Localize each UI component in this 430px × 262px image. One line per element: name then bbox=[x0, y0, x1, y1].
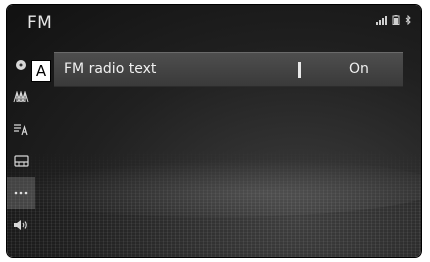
speaker-icon bbox=[14, 220, 27, 230]
callout-label-a: A bbox=[31, 60, 51, 82]
bluetooth-icon bbox=[405, 15, 411, 25]
fm-radio-text-setting-row[interactable]: FM radio text On bbox=[54, 52, 403, 87]
sidebar-item-sound[interactable] bbox=[7, 209, 35, 241]
phone-battery-icon bbox=[392, 15, 400, 25]
signal-icon bbox=[376, 15, 387, 25]
antenna-icon bbox=[13, 91, 29, 103]
background-wave-pattern bbox=[7, 147, 421, 257]
more-icon bbox=[14, 191, 28, 195]
preset-icon bbox=[13, 155, 29, 167]
sidebar-item-stations[interactable] bbox=[7, 81, 35, 113]
sidebar-item-more[interactable] bbox=[7, 177, 35, 209]
disc-icon bbox=[16, 60, 26, 70]
sidebar-item-list[interactable] bbox=[7, 113, 35, 145]
head-unit-screen: FM FM radio text On bbox=[7, 5, 421, 257]
list-icon bbox=[14, 123, 28, 135]
page-title: FM bbox=[27, 13, 53, 33]
fm-radio-text-label: FM radio text bbox=[64, 61, 157, 77]
fm-radio-text-value: On bbox=[349, 61, 369, 77]
status-bar bbox=[376, 15, 411, 25]
toggle-indicator bbox=[298, 62, 301, 78]
sidebar-item-presets[interactable] bbox=[7, 145, 35, 177]
